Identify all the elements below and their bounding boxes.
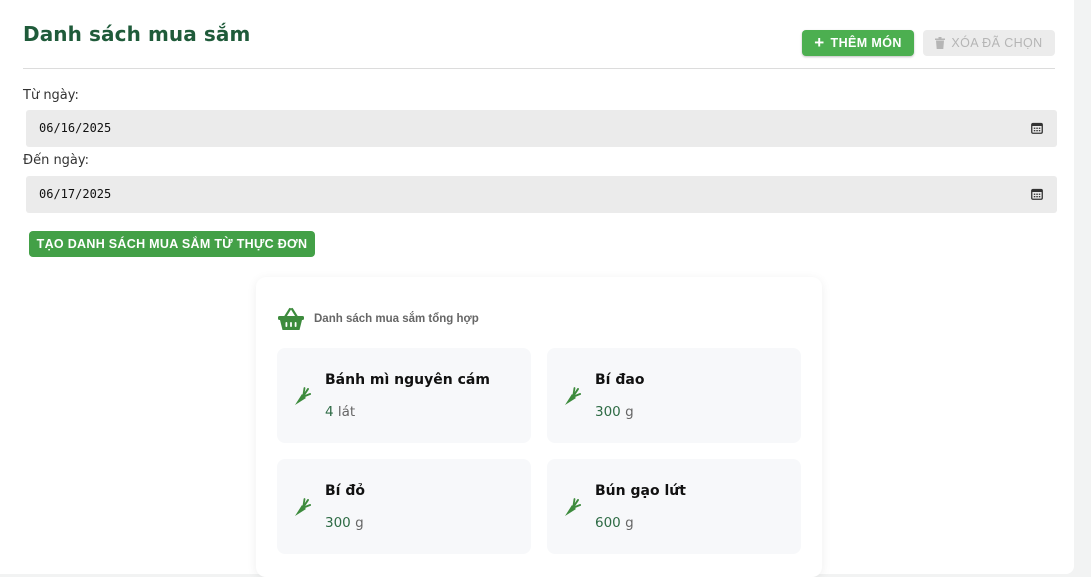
plus-icon: + xyxy=(814,32,825,52)
item-quantity-unit: g xyxy=(625,404,634,420)
item-quantity: 4 lát xyxy=(325,404,355,420)
item-quantity-value: 300 xyxy=(595,404,621,420)
trash-icon xyxy=(935,37,946,49)
item-quantity-unit: g xyxy=(625,515,634,531)
add-item-button[interactable]: + THÊM MÓN xyxy=(802,30,914,56)
shopping-list-page: Danh sách mua sắm + THÊM MÓN XÓA ĐÃ CHỌN… xyxy=(0,0,1074,577)
from-date-value: 06/16/2025 xyxy=(39,121,112,135)
to-date-value: 06/17/2025 xyxy=(39,187,112,201)
item-name: Bí đao xyxy=(595,372,645,388)
item-quantity-unit: lát xyxy=(337,404,356,420)
item-name: Bí đỏ xyxy=(325,483,365,499)
delete-selected-button[interactable]: XÓA ĐÃ CHỌN xyxy=(923,30,1055,56)
carrot-icon xyxy=(295,498,311,516)
item-quantity-unit: g xyxy=(355,515,364,531)
item-name: Bánh mì nguyên cám xyxy=(325,372,490,388)
to-date-input[interactable]: 06/17/2025 xyxy=(26,176,1057,213)
delete-selected-label: XÓA ĐÃ CHỌN xyxy=(951,36,1043,50)
page-title: Danh sách mua sắm xyxy=(23,22,251,46)
carrot-icon xyxy=(295,387,311,405)
item-quantity: 300 g xyxy=(595,404,634,420)
basket-icon xyxy=(278,307,304,330)
item-quantity-value: 300 xyxy=(325,515,351,531)
from-date-input[interactable]: 06/16/2025 xyxy=(26,110,1057,147)
header-divider xyxy=(23,68,1055,69)
item-quantity-value: 4 xyxy=(325,404,334,420)
summary-card: Danh sách mua sắm tổng hợp Bánh mì nguyê… xyxy=(256,277,822,577)
add-item-label: THÊM MÓN xyxy=(830,36,902,50)
from-date-label: Từ ngày: xyxy=(23,88,79,103)
generate-from-menu-button[interactable]: TẠO DANH SÁCH MUA SẮM TỪ THỰC ĐƠN xyxy=(29,231,315,257)
list-item: Bí đao 300 g xyxy=(547,348,801,443)
summary-header: Danh sách mua sắm tổng hợp xyxy=(278,307,479,331)
list-item: Bí đỏ 300 g xyxy=(277,459,531,554)
item-quantity-value: 600 xyxy=(595,515,621,531)
calendar-icon[interactable] xyxy=(1031,122,1043,134)
carrot-icon xyxy=(565,387,581,405)
carrot-icon xyxy=(565,498,581,516)
item-quantity: 600 g xyxy=(595,515,634,531)
list-item: Bánh mì nguyên cám 4 lát xyxy=(277,348,531,443)
list-item: Bún gạo lứt 600 g xyxy=(547,459,801,554)
calendar-icon[interactable] xyxy=(1031,188,1043,200)
item-quantity: 300 g xyxy=(325,515,364,531)
to-date-label: Đến ngày: xyxy=(23,153,90,168)
item-name: Bún gạo lứt xyxy=(595,483,686,499)
summary-title: Danh sách mua sắm tổng hợp xyxy=(314,313,479,325)
